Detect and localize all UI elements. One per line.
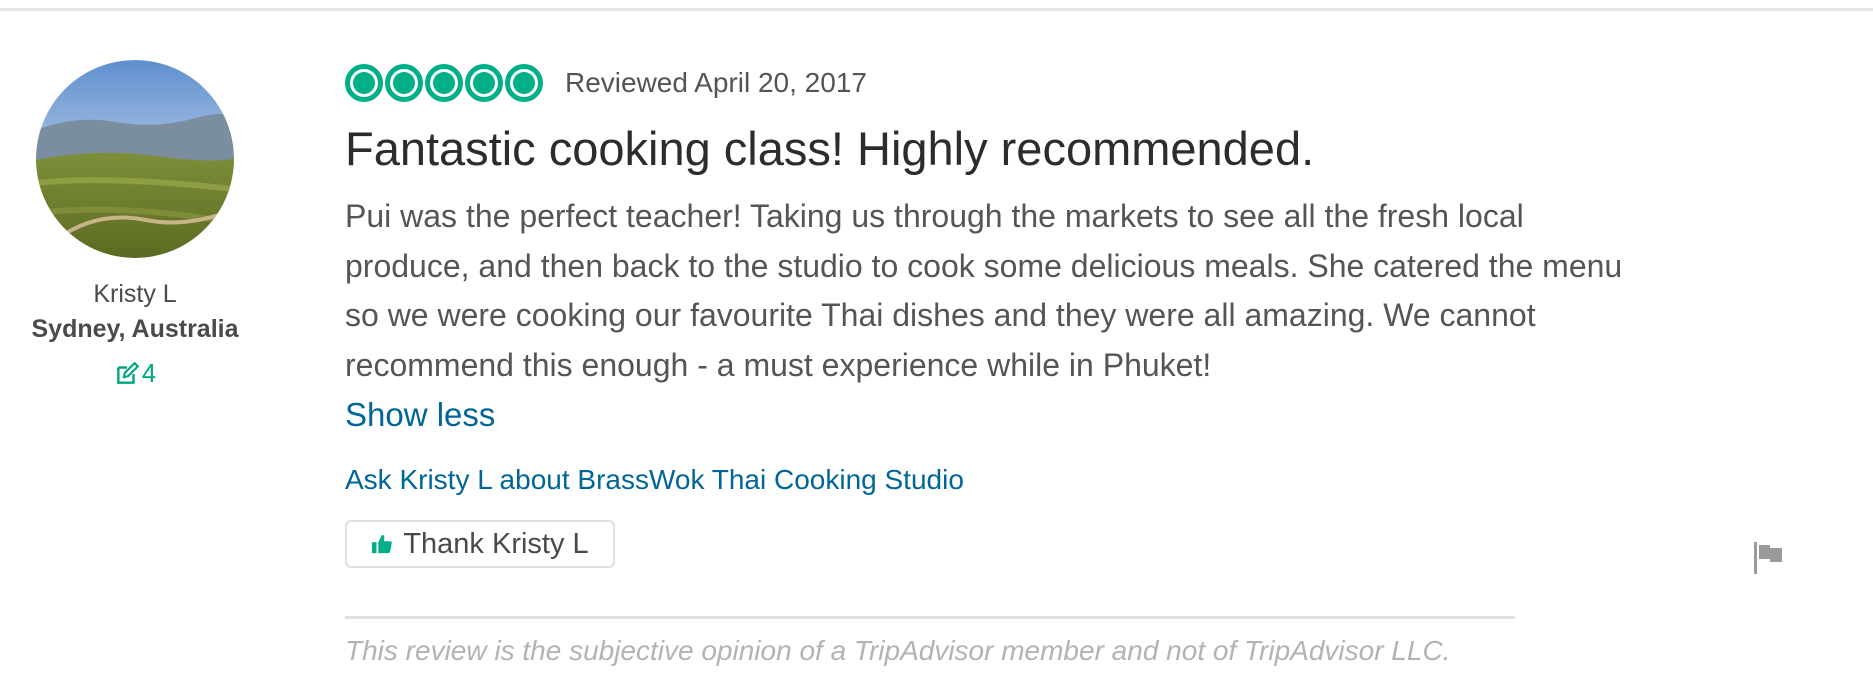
rating-bubble-icon	[385, 64, 423, 102]
member-name[interactable]: Kristy L	[0, 280, 270, 309]
review-body: Pui was the perfect teacher! Taking us t…	[345, 198, 1623, 383]
thank-button-label: Thank Kristy L	[403, 527, 589, 560]
rating-row: Reviewed April 20, 2017	[345, 58, 1645, 108]
edit-icon	[116, 361, 139, 384]
rating-bubble-icon	[465, 64, 503, 102]
review-content: Reviewed April 20, 2017 Fantastic cookin…	[345, 58, 1645, 568]
show-less-link[interactable]: Show less	[345, 396, 495, 434]
disclaimer-divider	[345, 616, 1515, 619]
bubble-rating	[345, 64, 543, 102]
rating-bubble-icon	[425, 64, 463, 102]
member-avatar[interactable]	[36, 60, 234, 258]
review-date: Reviewed April 20, 2017	[565, 67, 867, 98]
contributions-count[interactable]: 4	[114, 358, 156, 389]
thank-button[interactable]: Thank Kristy L	[345, 520, 615, 568]
review-disclaimer: This review is the subjective opinion of…	[345, 635, 1451, 666]
thumbs-up-icon	[372, 534, 393, 554]
contributions-number: 4	[141, 358, 157, 388]
top-divider	[0, 8, 1873, 11]
flag-icon[interactable]	[1750, 540, 1786, 576]
rating-bubble-icon	[505, 64, 543, 102]
member-location: Sydney, Australia	[0, 315, 270, 344]
member-location-text: Sydney, Australia	[31, 315, 239, 343]
ask-member-link[interactable]: Ask Kristy L about BrassWok Thai Cooking…	[345, 464, 1645, 496]
member-info: Kristy L Sydney, Australia 4	[0, 60, 270, 392]
rating-bubble-icon	[345, 64, 383, 102]
review-title: Fantastic cooking class! Highly recommen…	[345, 122, 1315, 175]
